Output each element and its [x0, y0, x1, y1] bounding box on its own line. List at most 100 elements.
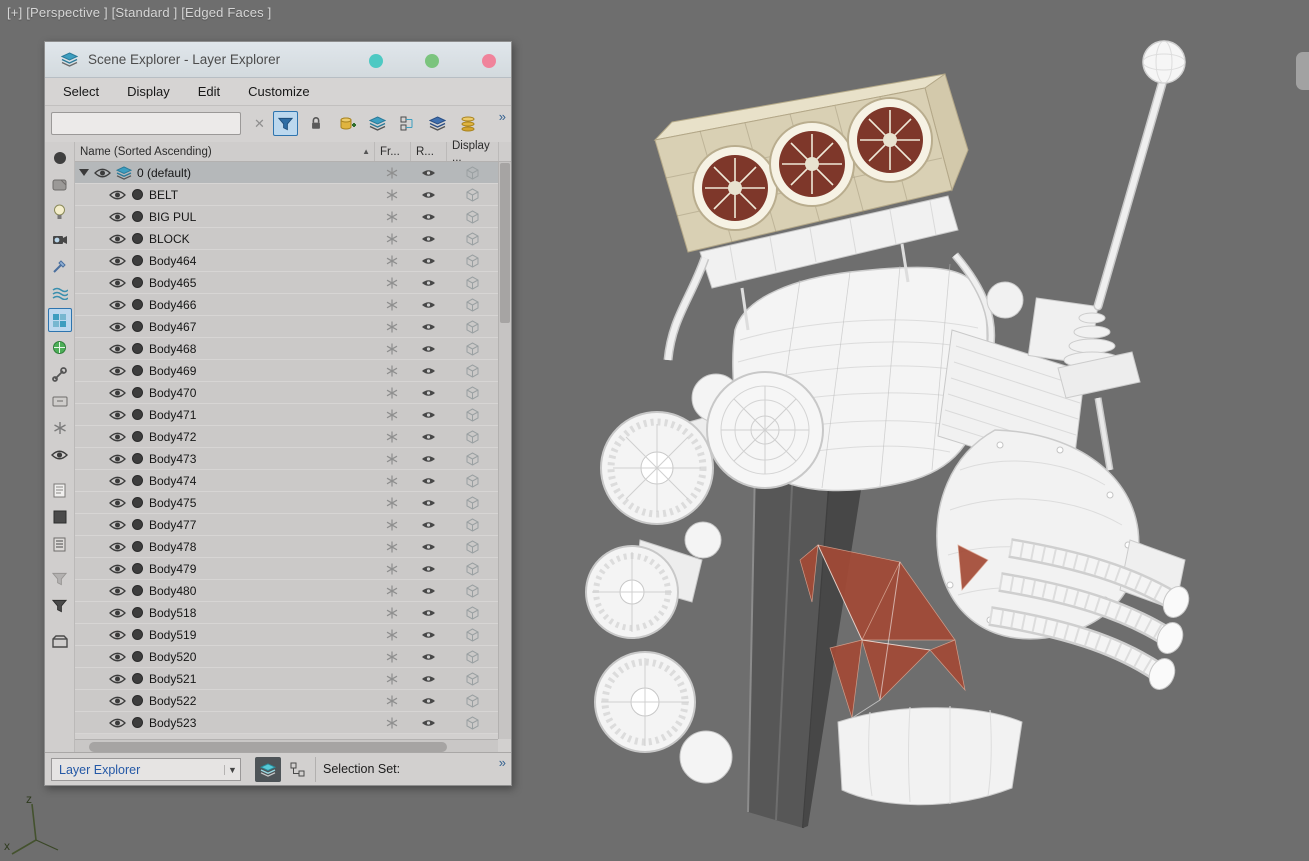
- layer-color-icon[interactable]: [132, 673, 143, 684]
- layer-color-icon[interactable]: [132, 409, 143, 420]
- visibility-eye-icon[interactable]: [109, 321, 126, 333]
- render-eye-icon[interactable]: [410, 718, 446, 728]
- display-cube-icon[interactable]: [446, 187, 498, 202]
- layer-row[interactable]: BIG PUL: [75, 206, 498, 228]
- display-containers-icon[interactable]: [48, 389, 72, 413]
- render-eye-icon[interactable]: [410, 542, 446, 552]
- display-cameras-icon[interactable]: [48, 227, 72, 251]
- layer-color-icon[interactable]: [132, 277, 143, 288]
- explorer-mode-combo[interactable]: Layer Explorer ▼: [51, 758, 241, 781]
- render-eye-icon[interactable]: [410, 234, 446, 244]
- render-eye-icon[interactable]: [410, 608, 446, 618]
- freeze-snowflake-icon[interactable]: [374, 321, 410, 333]
- render-eye-icon[interactable]: [410, 410, 446, 420]
- layer-row[interactable]: Body521: [75, 668, 498, 690]
- display-lights-icon[interactable]: [48, 200, 72, 224]
- viewport-scroll-thumb[interactable]: [1296, 52, 1309, 90]
- visibility-eye-icon[interactable]: [109, 563, 126, 575]
- layer-color-icon[interactable]: [132, 585, 143, 596]
- display-cube-icon[interactable]: [446, 319, 498, 334]
- visibility-eye-icon[interactable]: [109, 541, 126, 553]
- column-header-name[interactable]: Name (Sorted Ascending) ▲: [75, 142, 375, 161]
- layer-row[interactable]: Body477: [75, 514, 498, 536]
- render-eye-icon[interactable]: [410, 388, 446, 398]
- layer-row[interactable]: BELT: [75, 184, 498, 206]
- vertical-scrollbar[interactable]: [498, 162, 511, 739]
- layers-stack-icon-2[interactable]: [425, 111, 450, 136]
- visibility-eye-icon[interactable]: [109, 519, 126, 531]
- freeze-snowflake-icon[interactable]: [374, 585, 410, 597]
- render-eye-icon[interactable]: [410, 476, 446, 486]
- layer-row[interactable]: Body478: [75, 536, 498, 558]
- menu-customize[interactable]: Customize: [234, 80, 323, 103]
- freeze-snowflake-icon[interactable]: [374, 541, 410, 553]
- render-eye-icon[interactable]: [410, 630, 446, 640]
- display-helpers-icon[interactable]: [48, 335, 72, 359]
- freeze-snowflake-icon[interactable]: [374, 717, 410, 729]
- visibility-eye-icon[interactable]: [109, 651, 126, 663]
- layer-row[interactable]: Body475: [75, 492, 498, 514]
- layer-row[interactable]: Body520: [75, 646, 498, 668]
- display-cube-icon[interactable]: [446, 253, 498, 268]
- freeze-snowflake-icon[interactable]: [374, 673, 410, 685]
- layer-row[interactable]: Body523: [75, 712, 498, 734]
- render-eye-icon[interactable]: [410, 520, 446, 530]
- layer-row[interactable]: Body465: [75, 272, 498, 294]
- display-cube-icon[interactable]: [446, 715, 498, 730]
- horizontal-scroll-thumb[interactable]: [89, 742, 447, 752]
- visibility-eye-icon[interactable]: [109, 431, 126, 443]
- display-cube-icon[interactable]: [446, 451, 498, 466]
- render-eye-icon[interactable]: [410, 190, 446, 200]
- layer-row[interactable]: Body472: [75, 426, 498, 448]
- freeze-snowflake-icon[interactable]: [374, 497, 410, 509]
- display-cube-icon[interactable]: [446, 407, 498, 422]
- display-cube-icon[interactable]: [446, 671, 498, 686]
- render-eye-icon[interactable]: [410, 300, 446, 310]
- layer-row[interactable]: Body473: [75, 448, 498, 470]
- add-layer-icon[interactable]: [335, 111, 360, 136]
- freeze-snowflake-icon[interactable]: [374, 189, 410, 201]
- display-objects-icon[interactable]: [48, 146, 72, 170]
- freeze-snowflake-icon[interactable]: [374, 563, 410, 575]
- menu-select[interactable]: Select: [49, 80, 113, 103]
- lock-icon[interactable]: [303, 111, 328, 136]
- display-cube-icon[interactable]: [446, 627, 498, 642]
- display-cube-icon[interactable]: [446, 517, 498, 532]
- layer-row[interactable]: Body479: [75, 558, 498, 580]
- layer-color-icon[interactable]: [132, 189, 143, 200]
- freeze-snowflake-icon[interactable]: [374, 167, 410, 179]
- vertical-scroll-thumb[interactable]: [500, 163, 510, 323]
- display-spacewarps-icon[interactable]: [48, 281, 72, 305]
- freeze-snowflake-icon[interactable]: [374, 233, 410, 245]
- freeze-snowflake-icon[interactable]: [374, 431, 410, 443]
- layer-row-root[interactable]: 0 (default): [75, 162, 498, 184]
- display-cube-icon[interactable]: [446, 583, 498, 598]
- visibility-eye-icon[interactable]: [109, 211, 126, 223]
- display-cube-icon[interactable]: [446, 275, 498, 290]
- layer-row[interactable]: Body466: [75, 294, 498, 316]
- freeze-snowflake-icon[interactable]: [374, 519, 410, 531]
- layer-row[interactable]: Body471: [75, 404, 498, 426]
- freeze-snowflake-icon[interactable]: [374, 607, 410, 619]
- hidden-filter-icon[interactable]: [48, 443, 72, 467]
- display-cube-icon[interactable]: [446, 297, 498, 312]
- display-cube-icon[interactable]: [446, 473, 498, 488]
- cylinders-icon[interactable]: [455, 111, 480, 136]
- notes-icon[interactable]: [48, 532, 72, 556]
- render-eye-icon[interactable]: [410, 696, 446, 706]
- layer-color-icon[interactable]: [132, 497, 143, 508]
- display-bones-icon[interactable]: [48, 362, 72, 386]
- visibility-eye-icon[interactable]: [109, 453, 126, 465]
- layer-row[interactable]: BLOCK: [75, 228, 498, 250]
- clear-search-icon[interactable]: ✕: [247, 111, 272, 136]
- layer-row[interactable]: Body467: [75, 316, 498, 338]
- display-cube-icon[interactable]: [446, 231, 498, 246]
- layer-color-icon[interactable]: [132, 387, 143, 398]
- footer-overflow-chevrons[interactable]: »: [499, 755, 506, 770]
- display-cube-icon[interactable]: [446, 649, 498, 664]
- freeze-snowflake-icon[interactable]: [374, 453, 410, 465]
- filter-active-icon[interactable]: [48, 594, 72, 618]
- display-cube-icon[interactable]: [446, 341, 498, 356]
- titlebar-dot-teal[interactable]: [369, 54, 383, 68]
- layer-row[interactable]: Body469: [75, 360, 498, 382]
